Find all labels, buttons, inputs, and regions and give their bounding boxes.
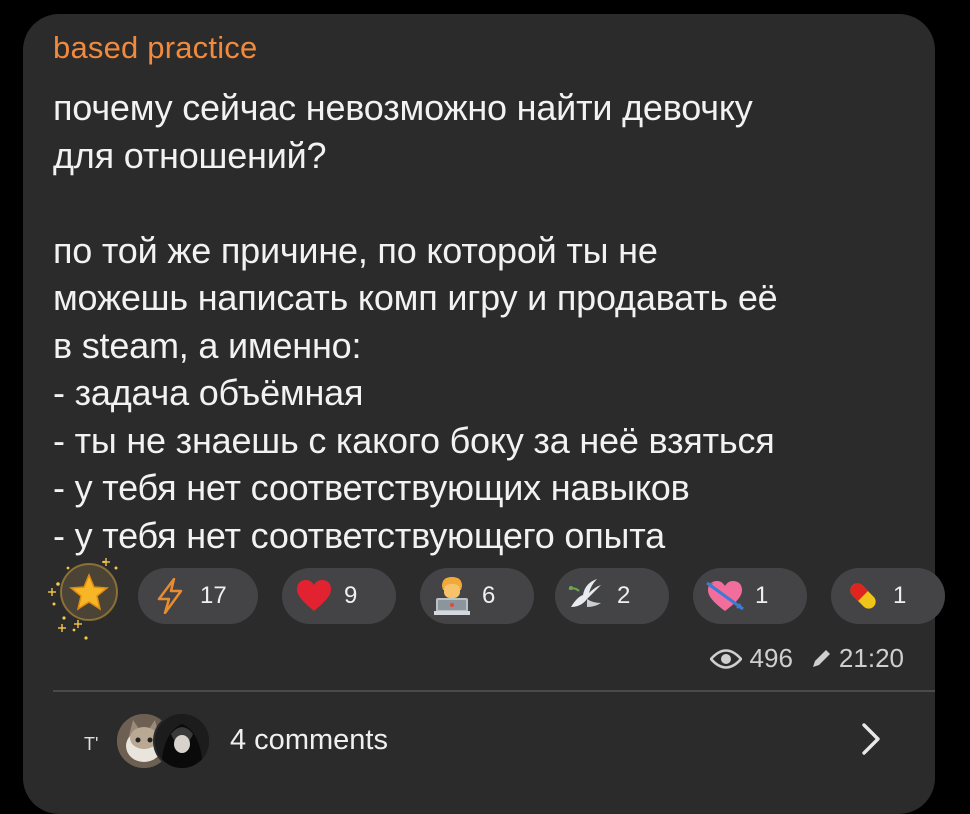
reaction-heart-arrow[interactable]: 1: [693, 568, 807, 624]
post-line: - задача объёмная: [53, 372, 364, 413]
post-line: в steam, а именно:: [53, 324, 362, 366]
heart-arrow-icon: [705, 576, 745, 616]
dove-icon: [567, 576, 607, 616]
post-line: - у тебя нет соответствующего опыта: [53, 514, 665, 556]
comments-badge: T': [84, 734, 99, 754]
message-time: 21:20: [838, 643, 904, 673]
divider: [53, 690, 935, 692]
reaction-pill[interactable]: 1: [831, 568, 945, 624]
post-line: [53, 179, 913, 227]
post-line: - у тебя нет соответствующих навыков: [53, 467, 690, 508]
reaction-count: 1: [755, 582, 769, 609]
technologist-icon: [432, 576, 472, 616]
reaction-lightning[interactable]: 17: [138, 568, 258, 624]
comments-button[interactable]: T' 4 comments: [53, 700, 913, 780]
star-icon: [48, 558, 118, 640]
post-text: почему сейчас невозможно найти девочку д…: [53, 84, 913, 559]
post-line: - ты не знаешь с какого боку за неё взят…: [53, 419, 775, 461]
reaction-technologist[interactable]: 6: [420, 568, 534, 624]
heart-icon: [294, 576, 334, 616]
post-line: почему сейчас невозможно найти девочку: [53, 87, 753, 128]
lightning-icon: [150, 576, 190, 616]
post-line: по той же причине, по которой ты не: [53, 229, 658, 271]
post-line: для отношений?: [53, 134, 327, 176]
chevron-right-icon: [861, 722, 881, 761]
reaction-count: 1: [893, 582, 907, 609]
reaction-count: 17: [200, 582, 227, 609]
channel-name[interactable]: based practice: [53, 30, 257, 66]
pencil-icon: [811, 649, 831, 669]
reaction-count: 9: [344, 582, 358, 609]
comments-label: 4 comments: [230, 724, 388, 756]
reaction-heart[interactable]: 9: [282, 568, 396, 624]
reaction-count: 6: [482, 582, 496, 609]
message-meta: 496 21:20: [709, 643, 904, 674]
eye-icon: [709, 648, 742, 670]
view-count: 496: [749, 643, 793, 673]
avatar: [153, 712, 211, 770]
post-line: можешь написать комп игру и продавать её: [53, 277, 778, 318]
reaction-star[interactable]: [46, 558, 136, 648]
reaction-dove[interactable]: 2: [555, 568, 669, 624]
reaction-count: 2: [617, 582, 631, 609]
reactions-bar: 17 9 6 2 1 1: [46, 558, 945, 640]
pill-icon: [843, 576, 883, 616]
